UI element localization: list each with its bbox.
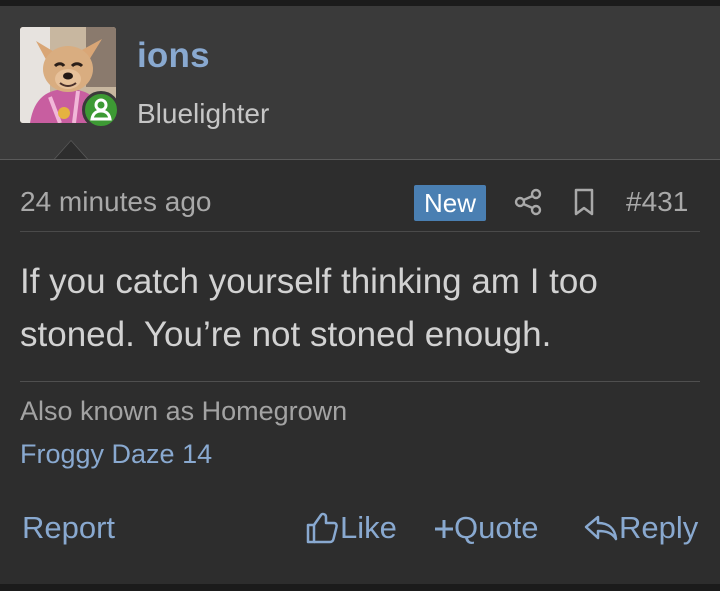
plus-icon [435, 520, 453, 538]
quote-label: Quote [454, 510, 539, 545]
signature-text: Also known as Homegrown [20, 396, 348, 426]
reply-label: Reply [619, 510, 699, 545]
quote-button[interactable]: Quote [434, 510, 538, 546]
thumbs-up-icon [306, 512, 338, 544]
bookmark-icon[interactable] [570, 187, 598, 217]
user-title: Bluelighter [137, 98, 270, 129]
reply-button[interactable]: Reply [583, 510, 698, 546]
username-link[interactable]: ions [137, 36, 210, 76]
post-timestamp[interactable]: 24 minutes ago [20, 186, 211, 218]
like-label: Like [340, 510, 397, 545]
header-caret [55, 141, 87, 159]
user-header: ions Bluelighter [0, 6, 720, 159]
reply-icon [584, 515, 618, 541]
signature-link[interactable]: Froggy Daze 14 [20, 439, 212, 470]
post-message: If you catch yourself thinking am I too … [20, 262, 598, 354]
bottom-divider [0, 584, 720, 591]
post-number-link[interactable]: #431 [626, 186, 688, 218]
share-icon[interactable] [513, 187, 543, 217]
signature-divider [20, 381, 700, 382]
like-button[interactable]: Like [305, 510, 397, 546]
online-user-icon [82, 91, 120, 129]
meta-divider [20, 231, 700, 232]
report-label: Report [22, 510, 116, 545]
new-badge: New [414, 185, 486, 221]
report-button[interactable]: Report [22, 510, 115, 546]
header-border [0, 159, 720, 160]
